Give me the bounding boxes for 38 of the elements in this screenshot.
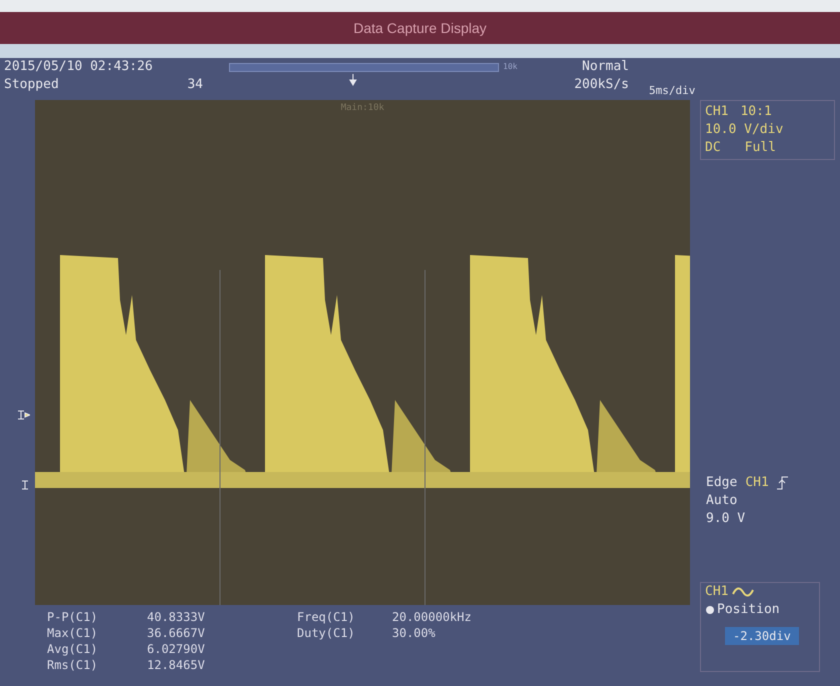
measurement-label: Avg(C1) bbox=[47, 641, 99, 657]
measurement-value: 30.00% bbox=[392, 625, 436, 641]
trigger-level: 9.0 V bbox=[706, 510, 746, 528]
measurement-value: 36.6667V bbox=[147, 625, 206, 641]
sample-rate-text: 200kS/s bbox=[574, 76, 629, 94]
trigger-mode: Auto bbox=[706, 492, 738, 510]
count-text: 34 bbox=[187, 76, 203, 94]
coupling-text: DC bbox=[705, 139, 721, 157]
measurement-value: 40.8333V bbox=[147, 609, 206, 625]
position-label: Position bbox=[717, 601, 780, 619]
window-title: Data Capture Display bbox=[353, 18, 487, 38]
run-state-text: Stopped bbox=[4, 76, 59, 94]
ground-level-icon bbox=[22, 480, 30, 490]
knob-icon bbox=[705, 605, 715, 615]
memory-text: 10k bbox=[503, 62, 518, 72]
position-value[interactable]: -2.30div bbox=[725, 627, 799, 645]
probe-ratio: 10:1 bbox=[740, 103, 772, 121]
measurement-label: Freq(C1) bbox=[297, 609, 356, 625]
measurement-label: Rms(C1) bbox=[47, 657, 99, 673]
trigger-position-icon bbox=[349, 74, 357, 86]
timebase-text: 5ms/div bbox=[649, 83, 696, 99]
datetime-text: 2015/05/10 02:43:26 bbox=[4, 58, 154, 76]
channel-name: CH1 bbox=[705, 103, 728, 121]
rising-edge-icon bbox=[776, 476, 789, 490]
measurement-label: Max(C1) bbox=[47, 625, 99, 641]
position-channel: CH1 bbox=[705, 583, 728, 601]
volts-per-div: 10.0 V/div bbox=[705, 121, 784, 139]
trigger-mode-text: Normal bbox=[582, 58, 629, 76]
bandwidth-text: Full bbox=[744, 139, 776, 157]
trigger-level-icon bbox=[18, 410, 30, 420]
measurement-value: 12.8465V bbox=[147, 657, 206, 673]
measurement-label: Duty(C1) bbox=[297, 625, 356, 641]
measurement-label: P-P(C1) bbox=[47, 609, 99, 625]
measurement-value: 20.00000kHz bbox=[392, 609, 472, 625]
sine-wave-icon bbox=[732, 586, 754, 598]
trigger-source: CH1 bbox=[745, 474, 769, 492]
measurement-value: 6.02790V bbox=[147, 641, 206, 657]
trigger-type: Edge bbox=[706, 474, 738, 492]
